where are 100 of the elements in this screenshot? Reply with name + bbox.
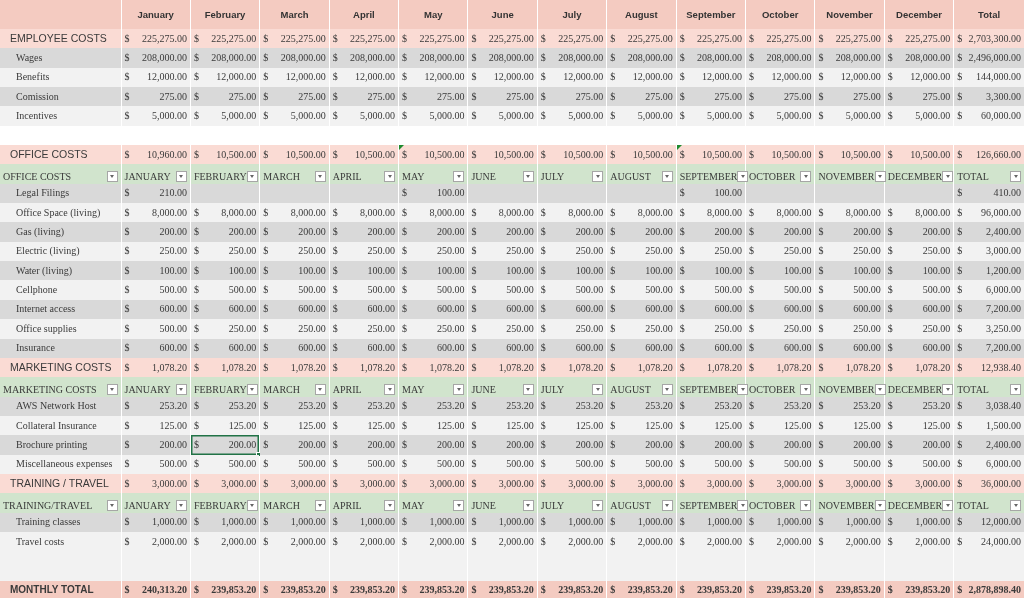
table-cell[interactable]: $ 253.20	[329, 396, 399, 416]
table-cell[interactable]: $ 275.00	[606, 87, 677, 107]
table-cell[interactable]: $ 600.00	[190, 338, 260, 358]
table-cell[interactable]: $ 3,000.00	[884, 473, 954, 494]
table-cell[interactable]: $ 2,703,300.00	[953, 29, 1024, 49]
table-cell[interactable]: $ 250.00	[121, 241, 191, 262]
table-cell[interactable]: $ 3,000.00	[259, 473, 330, 494]
table-cell[interactable]: $ 200.00	[814, 435, 885, 455]
table-cell[interactable]: $ 100.00	[676, 183, 746, 204]
table-cell[interactable]: $ 500.00	[190, 454, 260, 474]
table-cell[interactable]: $ 500.00	[814, 454, 885, 474]
filter-dropdown-button[interactable]	[384, 170, 396, 182]
table-cell[interactable]: $ 200.00	[121, 222, 191, 242]
filter-dropdown-button[interactable]	[522, 383, 534, 395]
table-cell[interactable]: $ 3,000.00	[814, 473, 885, 494]
table-cell[interactable]: $ 10,960.00	[121, 145, 191, 165]
table-cell[interactable]: $ 8,000.00	[814, 203, 885, 223]
table-cell[interactable]: $ 1,000.00	[814, 512, 885, 532]
table-cell[interactable]: $ 125.00	[467, 415, 538, 436]
table-cell[interactable]: $ 253.20	[884, 396, 954, 416]
table-cell[interactable]: $ 200.00	[190, 222, 260, 242]
table-cell[interactable]: $ 200.00	[537, 222, 607, 242]
filter-dropdown-button[interactable]	[175, 170, 187, 182]
table-cell[interactable]: $ 500.00	[121, 454, 191, 474]
table-cell[interactable]: $ 8,000.00	[537, 203, 607, 223]
table-cell[interactable]: $ 200.00	[884, 435, 954, 455]
table-cell[interactable]: $ 600.00	[676, 299, 746, 320]
table-cell[interactable]: $ 60,000.00	[953, 106, 1024, 126]
filter-dropdown-button[interactable]	[592, 499, 604, 511]
table-cell[interactable]: $ 240,313.20	[121, 581, 191, 598]
filter-dropdown-button[interactable]	[453, 499, 465, 511]
table-cell[interactable]: $ 1,078.20	[329, 357, 399, 378]
table-cell[interactable]: $ 275.00	[537, 87, 607, 107]
table-cell[interactable]: $ 12,000.00	[537, 67, 607, 88]
table-cell[interactable]: $ 10,500.00	[467, 145, 538, 165]
table-cell[interactable]: $ 200.00	[676, 222, 746, 242]
filter-dropdown-button[interactable]	[175, 383, 187, 395]
table-cell[interactable]: $ 250.00	[814, 241, 885, 262]
filter-dropdown-button[interactable]	[592, 383, 604, 395]
table-cell[interactable]: $ 600.00	[398, 299, 468, 320]
table-cell[interactable]: $ 10,500.00	[884, 145, 954, 165]
table-cell[interactable]: $ 275.00	[190, 87, 260, 107]
filter-dropdown-button[interactable]	[874, 170, 886, 182]
table-cell[interactable]: $ 125.00	[676, 415, 746, 436]
table-cell[interactable]: $ 200.00	[259, 222, 330, 242]
table-cell[interactable]: $ 239,853.20	[814, 581, 885, 598]
table-cell[interactable]: $ 12,000.00	[814, 67, 885, 88]
table-cell[interactable]: $ 500.00	[676, 454, 746, 474]
table-cell[interactable]: $ 275.00	[676, 87, 746, 107]
table-cell[interactable]: $ 12,000.00	[467, 67, 538, 88]
table-cell[interactable]: $ 600.00	[190, 299, 260, 320]
table-cell[interactable]: $ 600.00	[259, 299, 330, 320]
table-cell[interactable]: $ 200.00	[745, 435, 815, 455]
table-cell[interactable]: $ 225,275.00	[537, 29, 607, 49]
filter-dropdown-button[interactable]	[453, 170, 465, 182]
table-cell[interactable]: $ 500.00	[329, 280, 399, 300]
filter-dropdown-button[interactable]	[453, 383, 465, 395]
table-cell[interactable]: $ 12,000.00	[606, 67, 677, 88]
table-cell[interactable]: $ 1,078.20	[745, 357, 815, 378]
filter-dropdown-button[interactable]	[314, 383, 326, 395]
filter-dropdown-button[interactable]	[522, 499, 534, 511]
table-cell[interactable]: $ 125.00	[121, 415, 191, 436]
table-cell[interactable]: $ 96,000.00	[953, 203, 1024, 223]
table-cell[interactable]: $ 1,000.00	[606, 512, 677, 532]
table-cell[interactable]: $ 8,000.00	[676, 203, 746, 223]
table-cell[interactable]: $ 2,000.00	[884, 531, 954, 552]
filter-dropdown-button[interactable]	[661, 499, 673, 511]
filter-dropdown-button[interactable]	[384, 383, 396, 395]
table-cell[interactable]: $ 10,500.00	[537, 145, 607, 165]
filter-dropdown-button[interactable]	[942, 170, 954, 182]
table-cell[interactable]: $ 239,853.20	[884, 581, 954, 598]
table-cell[interactable]: $ 1,000.00	[745, 512, 815, 532]
table-cell[interactable]: $ 10,500.00	[606, 145, 677, 165]
table-cell[interactable]: $ 225,275.00	[329, 29, 399, 49]
table-cell[interactable]: $ 250.00	[884, 241, 954, 262]
table-cell[interactable]: $ 600.00	[745, 338, 815, 358]
filter-dropdown-button[interactable]	[800, 170, 812, 182]
table-cell[interactable]: $ 600.00	[259, 338, 330, 358]
table-cell[interactable]: $ 250.00	[190, 319, 260, 339]
table-cell[interactable]: $ 600.00	[814, 338, 885, 358]
table-cell[interactable]: $ 600.00	[467, 338, 538, 358]
table-cell[interactable]: $ 2,000.00	[259, 531, 330, 552]
filter-dropdown-button[interactable]	[246, 499, 258, 511]
table-cell[interactable]: $ 10,500.00	[259, 145, 330, 165]
table-cell[interactable]: $ 8,000.00	[329, 203, 399, 223]
table-cell[interactable]: $ 12,000.00	[398, 67, 468, 88]
table-cell[interactable]: $ 600.00	[398, 338, 468, 358]
table-cell[interactable]: $ 1,078.20	[467, 357, 538, 378]
table-cell[interactable]: $ 10,500.00	[398, 145, 468, 165]
table-cell[interactable]: $ 200.00	[467, 435, 538, 455]
table-cell[interactable]: $ 600.00	[467, 299, 538, 320]
table-cell[interactable]: $ 3,250.00	[953, 319, 1024, 339]
table-cell[interactable]: $ 200.00	[329, 435, 399, 455]
table-cell[interactable]: $ 3,000.00	[467, 473, 538, 494]
table-cell[interactable]: $ 2,000.00	[190, 531, 260, 552]
table-cell[interactable]: $ 1,000.00	[467, 512, 538, 532]
table-cell[interactable]: $ 250.00	[676, 319, 746, 339]
table-cell[interactable]: $ 5,000.00	[121, 106, 191, 126]
filter-dropdown-button[interactable]	[314, 499, 326, 511]
table-cell[interactable]: $ 253.20	[467, 396, 538, 416]
